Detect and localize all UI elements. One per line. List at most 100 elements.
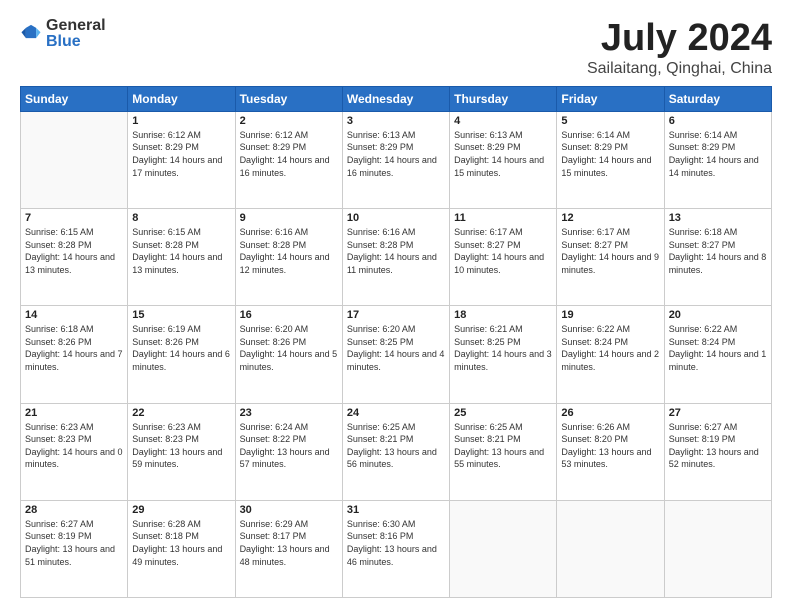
day-number: 13 (669, 212, 767, 224)
table-row (664, 500, 771, 597)
col-saturday: Saturday (664, 86, 771, 111)
day-number: 4 (454, 115, 552, 127)
page: General Blue July 2024 Sailaitang, Qingh… (0, 0, 792, 612)
logo-icon (20, 22, 42, 44)
col-monday: Monday (128, 86, 235, 111)
calendar-week-5: 28 Sunrise: 6:27 AMSunset: 8:19 PMDayligh… (21, 500, 772, 597)
day-info: Sunrise: 6:23 AMSunset: 8:23 PMDaylight:… (132, 421, 230, 471)
day-info: Sunrise: 6:17 AMSunset: 8:27 PMDaylight:… (454, 226, 552, 276)
day-info: Sunrise: 6:20 AMSunset: 8:25 PMDaylight:… (347, 323, 445, 373)
calendar: Sunday Monday Tuesday Wednesday Thursday… (20, 86, 772, 598)
table-row: 16 Sunrise: 6:20 AMSunset: 8:26 PMDayligh… (235, 306, 342, 403)
day-info: Sunrise: 6:16 AMSunset: 8:28 PMDaylight:… (240, 226, 338, 276)
table-row: 6 Sunrise: 6:14 AMSunset: 8:29 PMDaylight… (664, 111, 771, 208)
weekday-header-row: Sunday Monday Tuesday Wednesday Thursday… (21, 86, 772, 111)
day-info: Sunrise: 6:16 AMSunset: 8:28 PMDaylight:… (347, 226, 445, 276)
col-tuesday: Tuesday (235, 86, 342, 111)
day-info: Sunrise: 6:23 AMSunset: 8:23 PMDaylight:… (25, 421, 123, 471)
table-row: 23 Sunrise: 6:24 AMSunset: 8:22 PMDayligh… (235, 403, 342, 500)
day-info: Sunrise: 6:22 AMSunset: 8:24 PMDaylight:… (561, 323, 659, 373)
title-block: July 2024 Sailaitang, Qinghai, China (587, 18, 772, 78)
table-row: 26Sunrise: 6:26 AMSunset: 8:20 PMDayligh… (557, 403, 664, 500)
day-number: 29 (132, 504, 230, 516)
table-row: 15Sunrise: 6:19 AMSunset: 8:26 PMDayligh… (128, 306, 235, 403)
table-row: 27 Sunrise: 6:27 AMSunset: 8:19 PMDayligh… (664, 403, 771, 500)
day-number: 8 (132, 212, 230, 224)
day-number: 6 (669, 115, 767, 127)
day-info: Sunrise: 6:30 AMSunset: 8:16 PMDaylight:… (347, 518, 445, 568)
table-row (21, 111, 128, 208)
day-number: 28 (25, 504, 123, 516)
day-number: 19 (561, 309, 659, 321)
day-number: 22 (132, 407, 230, 419)
day-number: 7 (25, 212, 123, 224)
day-number: 12 (561, 212, 659, 224)
day-number: 23 (240, 407, 338, 419)
table-row: 30Sunrise: 6:29 AMSunset: 8:17 PMDayligh… (235, 500, 342, 597)
table-row: 4Sunrise: 6:13 AMSunset: 8:29 PMDaylight… (450, 111, 557, 208)
day-info: Sunrise: 6:25 AMSunset: 8:21 PMDaylight:… (454, 421, 552, 471)
table-row: 10 Sunrise: 6:16 AMSunset: 8:28 PMDayligh… (342, 209, 449, 306)
day-info: Sunrise: 6:14 AMSunset: 8:29 PMDaylight:… (561, 129, 659, 179)
day-info: Sunrise: 6:21 AMSunset: 8:25 PMDaylight:… (454, 323, 552, 373)
table-row (557, 500, 664, 597)
table-row: 3Sunrise: 6:13 AMSunset: 8:29 PMDaylight… (342, 111, 449, 208)
day-info: Sunrise: 6:27 AMSunset: 8:19 PMDaylight:… (669, 421, 767, 471)
table-row: 20 Sunrise: 6:22 AMSunset: 8:24 PMDayligh… (664, 306, 771, 403)
table-row: 28 Sunrise: 6:27 AMSunset: 8:19 PMDayligh… (21, 500, 128, 597)
location-title: Sailaitang, Qinghai, China (587, 60, 772, 78)
day-info: Sunrise: 6:18 AMSunset: 8:26 PMDaylight:… (25, 323, 123, 373)
day-number: 3 (347, 115, 445, 127)
day-info: Sunrise: 6:15 AMSunset: 8:28 PMDaylight:… (25, 226, 123, 276)
day-info: Sunrise: 6:28 AMSunset: 8:18 PMDaylight:… (132, 518, 230, 568)
table-row: 5Sunrise: 6:14 AMSunset: 8:29 PMDaylight… (557, 111, 664, 208)
day-number: 30 (240, 504, 338, 516)
day-number: 20 (669, 309, 767, 321)
col-wednesday: Wednesday (342, 86, 449, 111)
table-row: 13Sunrise: 6:18 AMSunset: 8:27 PMDayligh… (664, 209, 771, 306)
day-number: 24 (347, 407, 445, 419)
day-info: Sunrise: 6:14 AMSunset: 8:29 PMDaylight:… (669, 129, 767, 179)
day-info: Sunrise: 6:12 AMSunset: 8:29 PMDaylight:… (132, 129, 230, 179)
day-number: 17 (347, 309, 445, 321)
day-number: 27 (669, 407, 767, 419)
calendar-week-3: 14 Sunrise: 6:18 AMSunset: 8:26 PMDayligh… (21, 306, 772, 403)
table-row: 11Sunrise: 6:17 AMSunset: 8:27 PMDayligh… (450, 209, 557, 306)
table-row: 19 Sunrise: 6:22 AMSunset: 8:24 PMDayligh… (557, 306, 664, 403)
day-info: Sunrise: 6:22 AMSunset: 8:24 PMDaylight:… (669, 323, 767, 373)
table-row: 1Sunrise: 6:12 AMSunset: 8:29 PMDaylight… (128, 111, 235, 208)
calendar-week-1: 1Sunrise: 6:12 AMSunset: 8:29 PMDaylight… (21, 111, 772, 208)
day-info: Sunrise: 6:15 AMSunset: 8:28 PMDaylight:… (132, 226, 230, 276)
day-number: 18 (454, 309, 552, 321)
day-info: Sunrise: 6:17 AMSunset: 8:27 PMDaylight:… (561, 226, 659, 276)
table-row: 12 Sunrise: 6:17 AMSunset: 8:27 PMDayligh… (557, 209, 664, 306)
day-number: 31 (347, 504, 445, 516)
table-row: 22 Sunrise: 6:23 AMSunset: 8:23 PMDayligh… (128, 403, 235, 500)
table-row: 2 Sunrise: 6:12 AMSunset: 8:29 PMDaylight… (235, 111, 342, 208)
day-number: 15 (132, 309, 230, 321)
day-info: Sunrise: 6:25 AMSunset: 8:21 PMDaylight:… (347, 421, 445, 471)
table-row: 9Sunrise: 6:16 AMSunset: 8:28 PMDaylight… (235, 209, 342, 306)
day-number: 2 (240, 115, 338, 127)
table-row: 24 Sunrise: 6:25 AMSunset: 8:21 PMDayligh… (342, 403, 449, 500)
day-info: Sunrise: 6:20 AMSunset: 8:26 PMDaylight:… (240, 323, 338, 373)
day-number: 21 (25, 407, 123, 419)
table-row: 14 Sunrise: 6:18 AMSunset: 8:26 PMDayligh… (21, 306, 128, 403)
logo-general-text: General (46, 18, 106, 34)
col-thursday: Thursday (450, 86, 557, 111)
table-row: 18 Sunrise: 6:21 AMSunset: 8:25 PMDayligh… (450, 306, 557, 403)
logo-text: General Blue (46, 18, 106, 50)
day-number: 14 (25, 309, 123, 321)
month-title: July 2024 (587, 18, 772, 60)
day-number: 16 (240, 309, 338, 321)
day-info: Sunrise: 6:27 AMSunset: 8:19 PMDaylight:… (25, 518, 123, 568)
calendar-week-2: 7 Sunrise: 6:15 AMSunset: 8:28 PMDaylight… (21, 209, 772, 306)
day-number: 25 (454, 407, 552, 419)
logo: General Blue (20, 18, 106, 50)
table-row (450, 500, 557, 597)
table-row: 25 Sunrise: 6:25 AMSunset: 8:21 PMDayligh… (450, 403, 557, 500)
day-info: Sunrise: 6:12 AMSunset: 8:29 PMDaylight:… (240, 129, 338, 179)
day-number: 10 (347, 212, 445, 224)
day-info: Sunrise: 6:26 AMSunset: 8:20 PMDaylight:… (561, 421, 659, 471)
day-info: Sunrise: 6:24 AMSunset: 8:22 PMDaylight:… (240, 421, 338, 471)
